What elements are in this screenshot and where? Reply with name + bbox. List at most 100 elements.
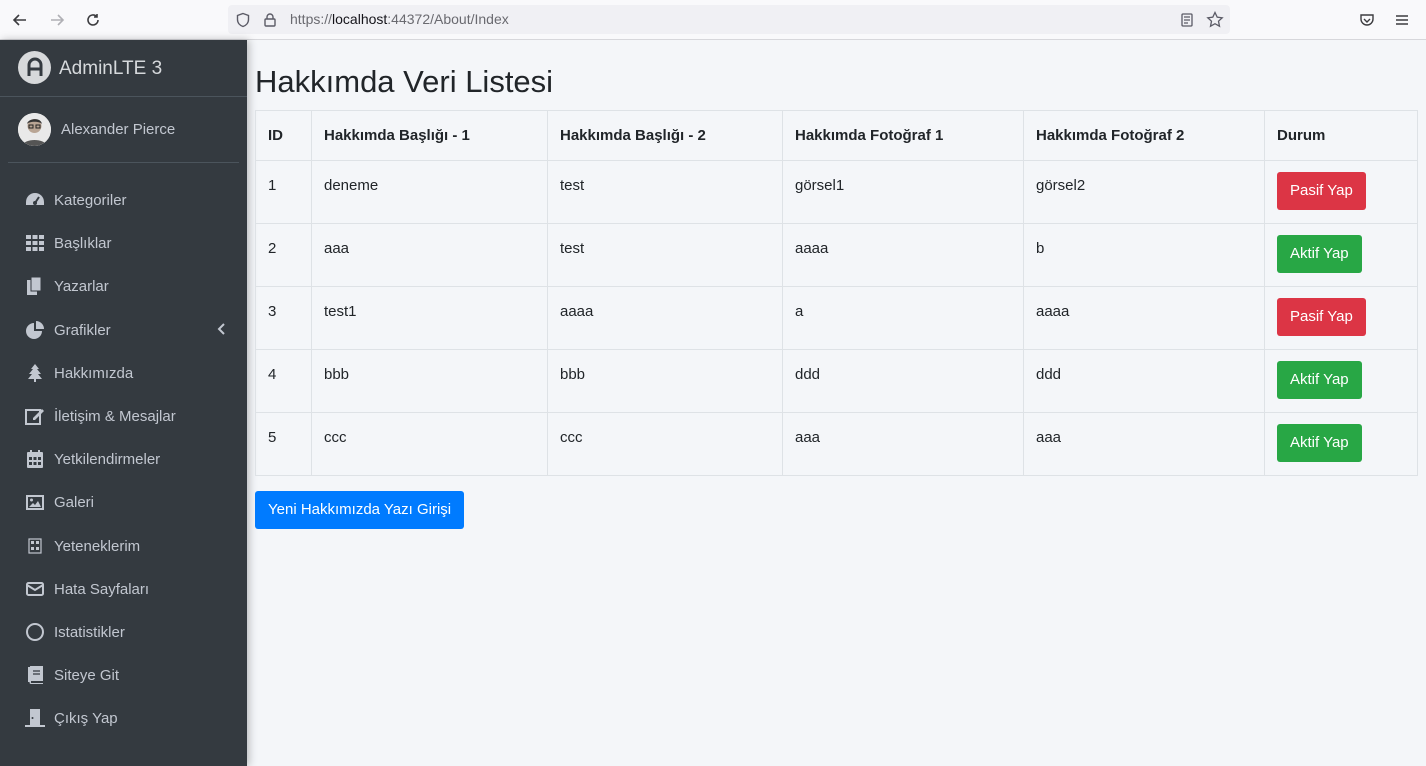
- sidebar-item-galeri[interactable]: Galeri: [8, 482, 239, 522]
- cell-baslik-1: bbb: [311, 349, 548, 413]
- avatar[interactable]: [18, 113, 51, 146]
- sidebar-item-siteye-git[interactable]: Siteye Git: [8, 655, 239, 695]
- aktif-yap-button[interactable]: Aktif Yap: [1277, 424, 1362, 462]
- lock-icon[interactable]: [261, 11, 279, 29]
- table-row: 5 ccc ccc aaa aaa Aktif Yap: [255, 412, 1418, 476]
- book-icon: [24, 664, 46, 686]
- cell-fotograf-1: aaa: [782, 412, 1024, 476]
- cell-durum: Aktif Yap: [1264, 412, 1418, 476]
- page-title: Hakkımda Veri Listesi: [255, 64, 554, 99]
- cell-id: 2: [255, 223, 312, 287]
- sidebar: AdminLTE 3 Alexander Pierce Kategoriler …: [0, 40, 247, 766]
- aktif-yap-button[interactable]: Aktif Yap: [1277, 235, 1362, 273]
- cell-fotograf-1: görsel1: [782, 160, 1024, 224]
- sidebar-item-label: Yeteneklerim: [54, 537, 141, 555]
- cell-baslik-2: ccc: [547, 412, 783, 476]
- cell-durum: Pasif Yap: [1264, 286, 1418, 350]
- user-panel: Alexander Pierce: [8, 97, 239, 163]
- cell-baslik-2: test: [547, 160, 783, 224]
- door-icon: [24, 707, 46, 729]
- keyboard-icon: [24, 535, 46, 557]
- shield-icon[interactable]: [234, 11, 252, 29]
- sidebar-item-label: Yetkilendirmeler: [54, 450, 161, 468]
- url-prefix: https://: [290, 11, 333, 27]
- sidebar-item-istatistikler[interactable]: Istatistikler: [8, 612, 239, 652]
- new-about-entry-button[interactable]: Yeni Hakkımızda Yazı Girişi: [255, 491, 465, 529]
- grid-icon: [24, 232, 46, 254]
- url-bar[interactable]: https://localhost:44372/About/Index: [228, 5, 1230, 34]
- column-header-id: ID: [255, 110, 312, 161]
- sidebar-item-label: Hata Sayfaları: [54, 580, 150, 598]
- pasif-yap-button[interactable]: Pasif Yap: [1277, 172, 1366, 210]
- sidebar-item-basliklar[interactable]: Başlıklar: [8, 223, 239, 263]
- table-row: 3 test1 aaaa a aaaa Pasif Yap: [255, 286, 1418, 350]
- back-arrow-icon[interactable]: [8, 8, 32, 32]
- sidebar-item-label: Siteye Git: [54, 666, 120, 684]
- sidebar-item-label: Kategoriler: [54, 191, 127, 209]
- circle-icon: [24, 621, 46, 643]
- sidebar-item-label: İletişim & Mesajlar: [54, 407, 176, 425]
- browser-toolbar: https://localhost:44372/About/Index: [0, 0, 1426, 40]
- sidebar-item-yetkilendirmeler[interactable]: Yetkilendirmeler: [8, 439, 239, 479]
- about-table: ID Hakkımda Başlığı - 1 Hakkımda Başlığı…: [255, 110, 1418, 476]
- cell-id: 1: [255, 160, 312, 224]
- cell-baslik-1: deneme: [311, 160, 548, 224]
- user-name[interactable]: Alexander Pierce: [61, 121, 175, 138]
- sidebar-item-yeteneklerim[interactable]: Yeteneklerim: [8, 526, 239, 566]
- dashboard-gauge-icon: [24, 189, 46, 211]
- url-text[interactable]: https://localhost:44372/About/Index: [290, 11, 509, 27]
- cell-baslik-1: aaa: [311, 223, 548, 287]
- table-row: 2 aaa test aaaa b Aktif Yap: [255, 223, 1418, 287]
- cell-baslik-2: aaaa: [547, 286, 783, 350]
- bookmark-star-icon[interactable]: [1206, 11, 1224, 29]
- column-header-durum: Durum: [1264, 110, 1418, 161]
- reload-icon[interactable]: [81, 8, 105, 32]
- cell-baslik-2: test: [547, 223, 783, 287]
- cell-id: 5: [255, 412, 312, 476]
- aktif-yap-button[interactable]: Aktif Yap: [1277, 361, 1362, 399]
- sidebar-item-label: Başlıklar: [54, 234, 112, 252]
- reader-view-icon[interactable]: [1178, 11, 1196, 29]
- sidebar-item-kategoriler[interactable]: Kategoriler: [8, 180, 239, 220]
- chevron-left-icon: [217, 322, 225, 338]
- cell-baslik-1: ccc: [311, 412, 548, 476]
- column-header-baslik-1: Hakkımda Başlığı - 1: [311, 110, 548, 161]
- sidebar-item-label: Yazarlar: [54, 277, 109, 295]
- envelope-icon: [24, 578, 46, 600]
- url-host: localhost: [332, 11, 388, 27]
- brand-link[interactable]: AdminLTE 3: [0, 40, 247, 97]
- pie-chart-icon: [24, 319, 46, 341]
- hamburger-menu-icon[interactable]: [1390, 8, 1414, 32]
- forward-arrow-icon[interactable]: [45, 8, 69, 32]
- cell-fotograf-2: aaaa: [1023, 286, 1265, 350]
- sidebar-item-iletisim[interactable]: İletişim & Mesajlar: [8, 396, 239, 436]
- sidebar-item-label: Hakkımızda: [54, 364, 134, 382]
- adminlte-logo-icon: [18, 51, 51, 84]
- sidebar-item-grafikler[interactable]: Grafikler: [8, 310, 239, 350]
- sidebar-item-cikis-yap[interactable]: Çıkış Yap: [8, 698, 239, 738]
- pocket-icon[interactable]: [1355, 8, 1379, 32]
- sidebar-item-hakkimizda[interactable]: Hakkımızda: [8, 353, 239, 393]
- cell-fotograf-2: b: [1023, 223, 1265, 287]
- cell-durum: Pasif Yap: [1264, 160, 1418, 224]
- column-header-fotograf-2: Hakkımda Fotoğraf 2: [1023, 110, 1265, 161]
- sidebar-item-hata-sayfalari[interactable]: Hata Sayfaları: [8, 569, 239, 609]
- cell-baslik-1: test1: [311, 286, 548, 350]
- pasif-yap-button[interactable]: Pasif Yap: [1277, 298, 1366, 336]
- cell-durum: Aktif Yap: [1264, 223, 1418, 287]
- sidebar-item-label: Grafikler: [54, 321, 111, 339]
- cell-fotograf-1: ddd: [782, 349, 1024, 413]
- cell-id: 4: [255, 349, 312, 413]
- column-header-baslik-2: Hakkımda Başlığı - 2: [547, 110, 783, 161]
- table-row: 4 bbb bbb ddd ddd Aktif Yap: [255, 349, 1418, 413]
- cell-fotograf-2: görsel2: [1023, 160, 1265, 224]
- cell-fotograf-2: aaa: [1023, 412, 1265, 476]
- brand-text: AdminLTE 3: [59, 58, 163, 79]
- edit-icon: [24, 405, 46, 427]
- cell-baslik-2: bbb: [547, 349, 783, 413]
- sidebar-item-yazarlar[interactable]: Yazarlar: [8, 266, 239, 306]
- copy-icon: [24, 275, 46, 297]
- cell-durum: Aktif Yap: [1264, 349, 1418, 413]
- cell-fotograf-1: a: [782, 286, 1024, 350]
- cell-fotograf-2: ddd: [1023, 349, 1265, 413]
